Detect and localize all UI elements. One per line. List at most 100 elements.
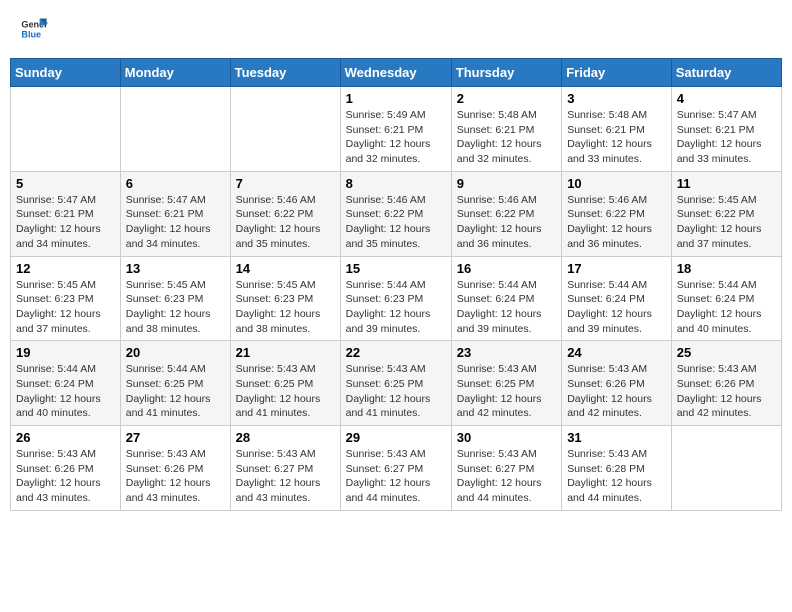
day-info: Sunrise: 5:45 AMSunset: 6:23 PMDaylight:… (236, 278, 335, 337)
calendar-cell (230, 87, 340, 172)
day-info: Sunrise: 5:45 AMSunset: 6:23 PMDaylight:… (16, 278, 115, 337)
calendar-cell: 2Sunrise: 5:48 AMSunset: 6:21 PMDaylight… (451, 87, 561, 172)
calendar-week-row: 26 Sunrise: 5:43 AMSunset: 6:26 PMDayligh… (11, 426, 782, 511)
day-number: 10 (567, 176, 666, 191)
calendar-cell (11, 87, 121, 172)
day-number: 13 (126, 261, 225, 276)
day-number: 23 (457, 345, 556, 360)
day-number: 24 (567, 345, 666, 360)
calendar-cell: 1 Sunrise: 5:49 AMSunset: 6:21 PMDaylight… (340, 87, 451, 172)
svg-text:Blue: Blue (21, 29, 41, 39)
calendar-cell: 29 Sunrise: 5:43 AMSunset: 6:27 PMDayligh… (340, 426, 451, 511)
day-number: 4 (677, 91, 776, 106)
calendar-cell (120, 87, 230, 172)
calendar-header-row: SundayMondayTuesdayWednesdayThursdayFrid… (11, 59, 782, 87)
day-number: 9 (457, 176, 556, 191)
day-info: Sunrise: 5:43 AMSunset: 6:25 PMDaylight:… (457, 362, 556, 421)
day-number: 7 (236, 176, 335, 191)
day-of-week-header: Saturday (671, 59, 781, 87)
day-number: 27 (126, 430, 225, 445)
day-info: Sunrise: 5:47 AMSunset: 6:21 PMDaylight:… (16, 193, 115, 252)
day-number: 12 (16, 261, 115, 276)
calendar-cell: 12 Sunrise: 5:45 AMSunset: 6:23 PMDayligh… (11, 256, 121, 341)
calendar-cell: 18 Sunrise: 5:44 AMSunset: 6:24 PMDayligh… (671, 256, 781, 341)
day-number: 14 (236, 261, 335, 276)
day-info: Sunrise: 5:46 AMSunset: 6:22 PMDaylight:… (457, 193, 556, 252)
calendar-cell: 28 Sunrise: 5:43 AMSunset: 6:27 PMDayligh… (230, 426, 340, 511)
calendar-cell: 3Sunrise: 5:48 AMSunset: 6:21 PMDaylight… (562, 87, 672, 172)
day-info: Sunrise: 5:44 AMSunset: 6:25 PMDaylight:… (126, 362, 225, 421)
calendar-cell: 17 Sunrise: 5:44 AMSunset: 6:24 PMDayligh… (562, 256, 672, 341)
day-number: 26 (16, 430, 115, 445)
calendar-cell: 8 Sunrise: 5:46 AMSunset: 6:22 PMDaylight… (340, 171, 451, 256)
day-number: 16 (457, 261, 556, 276)
calendar-cell: 27Sunrise: 5:43 AMSunset: 6:26 PMDayligh… (120, 426, 230, 511)
day-of-week-header: Sunday (11, 59, 121, 87)
calendar-cell: 9 Sunrise: 5:46 AMSunset: 6:22 PMDaylight… (451, 171, 561, 256)
day-info: Sunrise: 5:43 AMSunset: 6:27 PMDaylight:… (457, 447, 556, 506)
day-number: 6 (126, 176, 225, 191)
calendar-week-row: 1 Sunrise: 5:49 AMSunset: 6:21 PMDaylight… (11, 87, 782, 172)
day-of-week-header: Friday (562, 59, 672, 87)
day-number: 19 (16, 345, 115, 360)
calendar-cell: 16 Sunrise: 5:44 AMSunset: 6:24 PMDayligh… (451, 256, 561, 341)
calendar-cell: 4 Sunrise: 5:47 AMSunset: 6:21 PMDaylight… (671, 87, 781, 172)
calendar-cell: 11Sunrise: 5:45 AMSunset: 6:22 PMDayligh… (671, 171, 781, 256)
day-info: Sunrise: 5:43 AMSunset: 6:26 PMDaylight:… (16, 447, 115, 506)
day-info: Sunrise: 5:44 AMSunset: 6:24 PMDaylight:… (567, 278, 666, 337)
day-info: Sunrise: 5:45 AMSunset: 6:22 PMDaylight:… (677, 193, 776, 252)
calendar-cell: 15Sunrise: 5:44 AMSunset: 6:23 PMDayligh… (340, 256, 451, 341)
day-info: Sunrise: 5:44 AMSunset: 6:24 PMDaylight:… (16, 362, 115, 421)
day-number: 18 (677, 261, 776, 276)
calendar-cell: 6 Sunrise: 5:47 AMSunset: 6:21 PMDaylight… (120, 171, 230, 256)
calendar-table: SundayMondayTuesdayWednesdayThursdayFrid… (10, 58, 782, 511)
day-info: Sunrise: 5:43 AMSunset: 6:26 PMDaylight:… (567, 362, 666, 421)
day-number: 22 (346, 345, 446, 360)
day-info: Sunrise: 5:43 AMSunset: 6:28 PMDaylight:… (567, 447, 666, 506)
day-info: Sunrise: 5:44 AMSunset: 6:24 PMDaylight:… (457, 278, 556, 337)
calendar-cell: 30 Sunrise: 5:43 AMSunset: 6:27 PMDayligh… (451, 426, 561, 511)
calendar-cell: 19 Sunrise: 5:44 AMSunset: 6:24 PMDayligh… (11, 341, 121, 426)
day-number: 20 (126, 345, 225, 360)
calendar-cell: 23 Sunrise: 5:43 AMSunset: 6:25 PMDayligh… (451, 341, 561, 426)
calendar-cell: 20 Sunrise: 5:44 AMSunset: 6:25 PMDayligh… (120, 341, 230, 426)
calendar-cell: 25Sunrise: 5:43 AMSunset: 6:26 PMDayligh… (671, 341, 781, 426)
day-number: 8 (346, 176, 446, 191)
day-info: Sunrise: 5:47 AMSunset: 6:21 PMDaylight:… (126, 193, 225, 252)
day-info: Sunrise: 5:46 AMSunset: 6:22 PMDaylight:… (567, 193, 666, 252)
day-number: 30 (457, 430, 556, 445)
day-info: Sunrise: 5:43 AMSunset: 6:27 PMDaylight:… (346, 447, 446, 506)
day-info: Sunrise: 5:43 AMSunset: 6:27 PMDaylight:… (236, 447, 335, 506)
day-info: Sunrise: 5:47 AMSunset: 6:21 PMDaylight:… (677, 108, 776, 167)
calendar-cell: 14 Sunrise: 5:45 AMSunset: 6:23 PMDayligh… (230, 256, 340, 341)
day-info: Sunrise: 5:46 AMSunset: 6:22 PMDaylight:… (346, 193, 446, 252)
calendar-cell: 10 Sunrise: 5:46 AMSunset: 6:22 PMDayligh… (562, 171, 672, 256)
day-number: 29 (346, 430, 446, 445)
calendar-week-row: 19 Sunrise: 5:44 AMSunset: 6:24 PMDayligh… (11, 341, 782, 426)
day-info: Sunrise: 5:45 AMSunset: 6:23 PMDaylight:… (126, 278, 225, 337)
day-info: Sunrise: 5:49 AMSunset: 6:21 PMDaylight:… (346, 108, 446, 167)
day-info: Sunrise: 5:46 AMSunset: 6:22 PMDaylight:… (236, 193, 335, 252)
logo: General Blue (20, 15, 48, 43)
day-of-week-header: Tuesday (230, 59, 340, 87)
page-header: General Blue (10, 10, 782, 48)
day-of-week-header: Thursday (451, 59, 561, 87)
day-info: Sunrise: 5:43 AMSunset: 6:25 PMDaylight:… (236, 362, 335, 421)
day-info: Sunrise: 5:48 AMSunset: 6:21 PMDaylight:… (567, 108, 666, 167)
day-of-week-header: Wednesday (340, 59, 451, 87)
logo-icon: General Blue (20, 15, 48, 43)
day-number: 28 (236, 430, 335, 445)
calendar-cell: 26 Sunrise: 5:43 AMSunset: 6:26 PMDayligh… (11, 426, 121, 511)
calendar-cell (671, 426, 781, 511)
calendar-cell: 31 Sunrise: 5:43 AMSunset: 6:28 PMDayligh… (562, 426, 672, 511)
day-number: 17 (567, 261, 666, 276)
calendar-cell: 22 Sunrise: 5:43 AMSunset: 6:25 PMDayligh… (340, 341, 451, 426)
day-number: 1 (346, 91, 446, 106)
day-number: 31 (567, 430, 666, 445)
day-number: 21 (236, 345, 335, 360)
calendar-week-row: 5Sunrise: 5:47 AMSunset: 6:21 PMDaylight… (11, 171, 782, 256)
calendar-week-row: 12 Sunrise: 5:45 AMSunset: 6:23 PMDayligh… (11, 256, 782, 341)
day-number: 15 (346, 261, 446, 276)
day-info: Sunrise: 5:43 AMSunset: 6:25 PMDaylight:… (346, 362, 446, 421)
day-info: Sunrise: 5:44 AMSunset: 6:24 PMDaylight:… (677, 278, 776, 337)
